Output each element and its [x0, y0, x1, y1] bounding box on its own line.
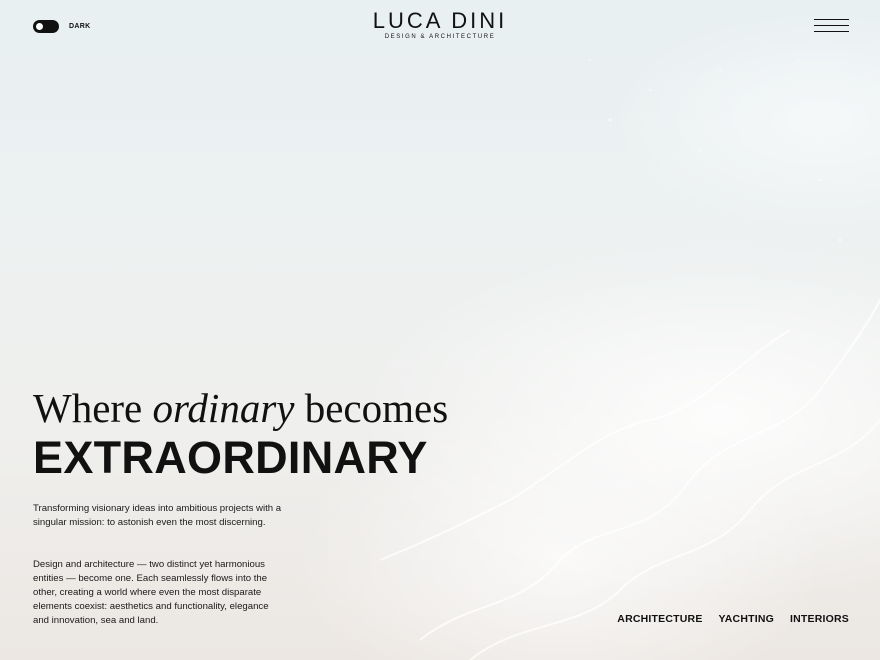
site-logo[interactable]: LUCA DINI DESIGN & ARCHITECTURE	[0, 8, 880, 41]
logo-name: LUCA DINI	[372, 8, 508, 33]
hamburger-menu-icon[interactable]	[814, 19, 849, 33]
hero-paragraph-2: Design and architecture — two distinct y…	[33, 559, 269, 626]
category-nav: ARCHITECTURE YACHTING INTERIORS	[617, 613, 849, 625]
headline-text-before: Where	[33, 385, 153, 431]
logo-tagline: DESIGN & ARCHITECTURE	[384, 34, 496, 40]
headline-italic-word: ordinary	[152, 385, 295, 431]
nav-link-yachting[interactable]: YACHTING	[719, 613, 774, 625]
hero-headline-emphasis: EXTRAORDINARY	[33, 432, 428, 483]
hero-paragraph-1: Transforming visionary ideas into ambiti…	[33, 503, 282, 528]
hero-headline: Where ordinary becomes	[33, 384, 448, 432]
nav-link-architecture[interactable]: ARCHITECTURE	[617, 613, 702, 625]
headline-text-after: becomes	[294, 385, 449, 431]
nav-link-interiors[interactable]: INTERIORS	[790, 613, 849, 625]
